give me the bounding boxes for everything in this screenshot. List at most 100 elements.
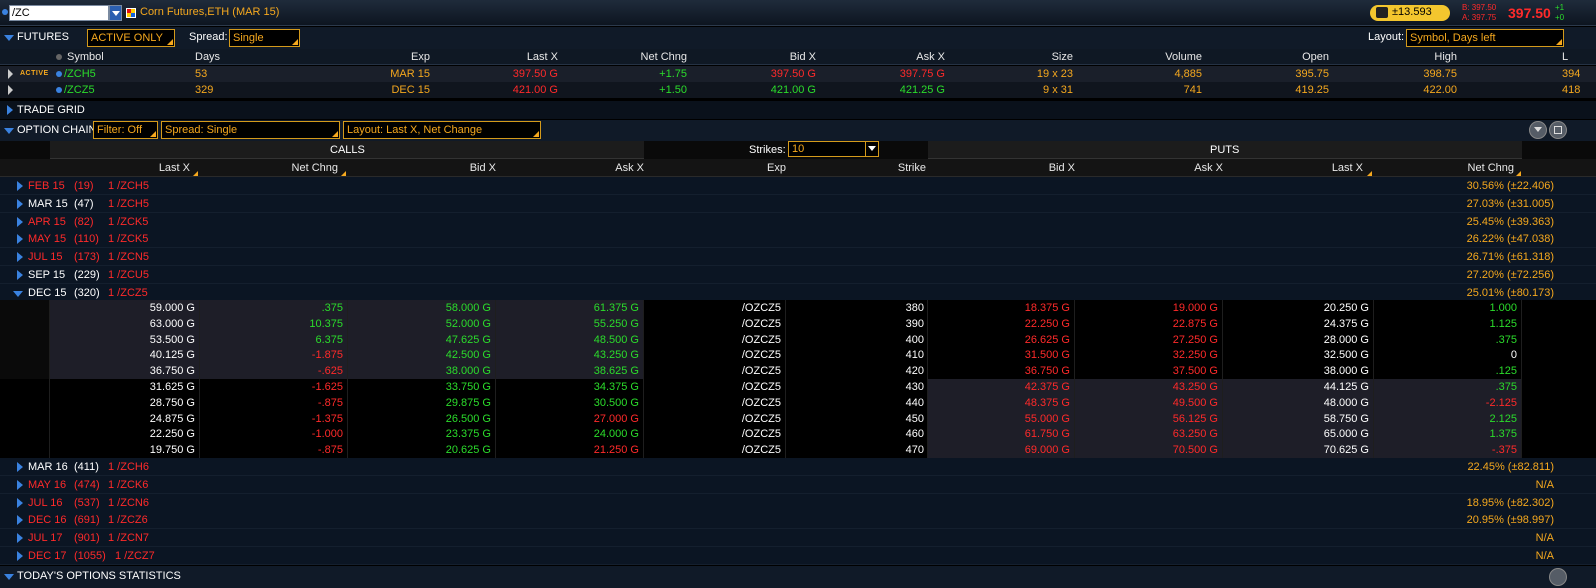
c-bid-cell[interactable]: 38.000 G bbox=[348, 363, 496, 380]
c-ask-cell[interactable]: 43.250 G bbox=[496, 347, 644, 364]
expand-expiration-icon[interactable] bbox=[17, 515, 23, 526]
strikes-select[interactable]: 10 bbox=[788, 141, 879, 157]
c-last-cell[interactable]: 24.875 G bbox=[50, 410, 200, 427]
futures-row[interactable]: ACTIVE /ZCH5 53 MAR 15 397.50 G +1.75 39… bbox=[0, 66, 1596, 82]
c-ask-cell[interactable]: 34.375 G bbox=[496, 379, 644, 395]
strike-row[interactable]: 59.000 G .375 58.000 G 61.375 G/OZCZ5 380 18.… bbox=[0, 300, 1596, 316]
col-low[interactable]: L bbox=[1562, 49, 1568, 65]
expand-trade-grid-icon[interactable] bbox=[7, 105, 13, 115]
expand-expiration-icon[interactable] bbox=[17, 497, 23, 508]
p-last-cell[interactable]: 24.375 G bbox=[1223, 315, 1374, 332]
col-call-last[interactable]: Last X bbox=[50, 159, 190, 177]
c-last-cell[interactable]: 28.750 G bbox=[50, 394, 200, 411]
p-net-cell[interactable]: 1.125 bbox=[1374, 315, 1522, 332]
expand-expiration-icon[interactable] bbox=[17, 181, 23, 191]
strike-row[interactable]: 40.125 G -1.875 42.500 G 43.250 G/OZCZ5 410 3… bbox=[0, 347, 1596, 364]
chain-spread-select[interactable]: Spread: Single bbox=[161, 121, 340, 139]
c-net-cell[interactable]: -1.625 bbox=[200, 379, 348, 395]
p-bid-cell[interactable]: 69.000 G bbox=[928, 442, 1075, 459]
chain-layout-select[interactable]: Layout: Last X, Net Change bbox=[343, 121, 541, 139]
p-last-cell[interactable]: 65.000 G bbox=[1223, 426, 1374, 443]
collapse-option-chain-icon[interactable] bbox=[4, 128, 14, 134]
c-ask-cell[interactable]: 48.500 G bbox=[496, 331, 644, 348]
col-put-ask[interactable]: Ask X bbox=[1075, 159, 1223, 177]
col-net-chng[interactable]: Net Chng bbox=[558, 49, 687, 65]
p-ask-cell[interactable]: 70.500 G bbox=[1075, 442, 1223, 459]
expiration-row[interactable]: JUL 17 (901) 1 /ZCN7 N/A bbox=[0, 529, 1596, 547]
detach-panel-button[interactable] bbox=[1549, 121, 1567, 139]
c-net-cell[interactable]: -1.875 bbox=[200, 347, 348, 364]
col-call-bid[interactable]: Bid X bbox=[348, 159, 496, 177]
c-bid-cell[interactable]: 42.500 G bbox=[348, 347, 496, 364]
futures-filter-select[interactable]: ACTIVE ONLY bbox=[87, 29, 175, 47]
p-net-cell[interactable]: .125 bbox=[1374, 363, 1522, 380]
c-net-cell[interactable]: -.625 bbox=[200, 363, 348, 380]
expand-expiration-icon[interactable] bbox=[17, 479, 23, 490]
c-ask-cell[interactable]: 21.250 G bbox=[496, 442, 644, 459]
futures-spread-select[interactable]: Single bbox=[229, 29, 300, 47]
p-ask-cell[interactable]: 56.125 G bbox=[1075, 410, 1223, 427]
p-ask-cell[interactable]: 63.250 G bbox=[1075, 426, 1223, 443]
p-last-cell[interactable]: 38.000 G bbox=[1223, 363, 1374, 380]
p-net-cell[interactable]: 1.000 bbox=[1374, 300, 1522, 316]
expand-expiration-icon[interactable] bbox=[17, 533, 23, 543]
c-net-cell[interactable]: -1.375 bbox=[200, 410, 348, 427]
c-net-cell[interactable]: 10.375 bbox=[200, 315, 348, 332]
col-size[interactable]: Size bbox=[945, 49, 1073, 65]
c-ask-cell[interactable]: 24.000 G bbox=[496, 426, 644, 443]
strike-row[interactable]: 28.750 G -.875 29.875 G 30.500 G/OZCZ5 440 48… bbox=[0, 394, 1596, 411]
col-high[interactable]: High bbox=[1329, 49, 1457, 65]
p-last-cell[interactable]: 48.000 G bbox=[1223, 394, 1374, 411]
options-statistics-header[interactable]: TODAY'S OPTIONS STATISTICS bbox=[0, 566, 1596, 588]
c-last-cell[interactable]: 40.125 G bbox=[50, 347, 200, 364]
p-ask-cell[interactable]: 27.250 G bbox=[1075, 331, 1223, 348]
col-days[interactable]: Days bbox=[195, 49, 220, 65]
col-bid[interactable]: Bid X bbox=[687, 49, 816, 65]
p-net-cell[interactable]: -2.125 bbox=[1374, 394, 1522, 411]
c-ask-cell[interactable]: 61.375 G bbox=[496, 300, 644, 316]
trade-grid-header[interactable]: TRADE GRID bbox=[0, 101, 1596, 119]
c-net-cell[interactable]: -.875 bbox=[200, 442, 348, 459]
expiration-row[interactable]: MAR 15 (47) 1 /ZCH5 27.03% (±31.005) bbox=[0, 194, 1596, 213]
strike-row[interactable]: 63.000 G 10.375 52.000 G 55.250 G/OZCZ5 390 2… bbox=[0, 315, 1596, 332]
c-net-cell[interactable]: -.875 bbox=[200, 394, 348, 411]
col-put-net[interactable]: Net Chng bbox=[1374, 159, 1514, 177]
c-last-cell[interactable]: 53.500 G bbox=[50, 331, 200, 348]
col-strike[interactable]: Strike bbox=[786, 159, 926, 177]
collapse-expiration-icon[interactable] bbox=[13, 290, 23, 297]
expand-row-icon[interactable] bbox=[8, 69, 13, 79]
p-net-cell[interactable]: -.375 bbox=[1374, 442, 1522, 459]
expiration-row[interactable]: DEC 15 (320) 1 /ZCZ5 25.01% (±80.173) bbox=[0, 283, 1596, 302]
expand-expiration-icon[interactable] bbox=[17, 550, 23, 561]
strikes-dropdown-button[interactable] bbox=[865, 142, 878, 156]
col-call-net[interactable]: Net Chng bbox=[200, 159, 338, 177]
expiration-row[interactable]: MAY 16 (474) 1 /ZCK6 N/A bbox=[0, 475, 1596, 494]
c-last-cell[interactable]: 36.750 G bbox=[50, 363, 200, 380]
col-call-ask[interactable]: Ask X bbox=[496, 159, 644, 177]
expiration-row[interactable]: MAY 15 (110) 1 /ZCK5 26.22% (±47.038) bbox=[0, 230, 1596, 249]
p-net-cell[interactable]: .375 bbox=[1374, 379, 1522, 395]
p-last-cell[interactable]: 28.000 G bbox=[1223, 331, 1374, 348]
p-bid-cell[interactable]: 55.000 G bbox=[928, 410, 1075, 427]
expiration-row[interactable]: DEC 16 (691) 1 /ZCZ6 20.95% (±98.997) bbox=[0, 511, 1596, 530]
c-last-cell[interactable]: 31.625 G bbox=[50, 379, 200, 395]
p-ask-cell[interactable]: 22.875 G bbox=[1075, 315, 1223, 332]
expiration-row[interactable]: DEC 17 (1055) 1 /ZCZ7 N/A bbox=[0, 546, 1596, 565]
c-last-cell[interactable]: 63.000 G bbox=[50, 315, 200, 332]
p-bid-cell[interactable]: 42.375 G bbox=[928, 379, 1075, 395]
expiration-row[interactable]: JUL 15 (173) 1 /ZCN5 26.71% (±61.318) bbox=[0, 248, 1596, 266]
expand-row-icon[interactable] bbox=[8, 85, 13, 95]
c-ask-cell[interactable]: 55.250 G bbox=[496, 315, 644, 332]
expand-expiration-icon[interactable] bbox=[17, 462, 23, 472]
collapse-stats-icon[interactable] bbox=[4, 574, 14, 580]
collapse-all-button[interactable] bbox=[1529, 121, 1547, 139]
c-bid-cell[interactable]: 23.375 G bbox=[348, 426, 496, 443]
c-last-cell[interactable]: 19.750 G bbox=[50, 442, 200, 459]
col-volume[interactable]: Volume bbox=[1073, 49, 1202, 65]
c-bid-cell[interactable]: 20.625 G bbox=[348, 442, 496, 459]
c-ask-cell[interactable]: 30.500 G bbox=[496, 394, 644, 411]
p-bid-cell[interactable]: 31.500 G bbox=[928, 347, 1075, 364]
p-bid-cell[interactable]: 36.750 G bbox=[928, 363, 1075, 380]
col-open[interactable]: Open bbox=[1202, 49, 1329, 65]
expiration-row[interactable]: JUL 16 (537) 1 /ZCN6 18.95% (±82.302) bbox=[0, 493, 1596, 512]
